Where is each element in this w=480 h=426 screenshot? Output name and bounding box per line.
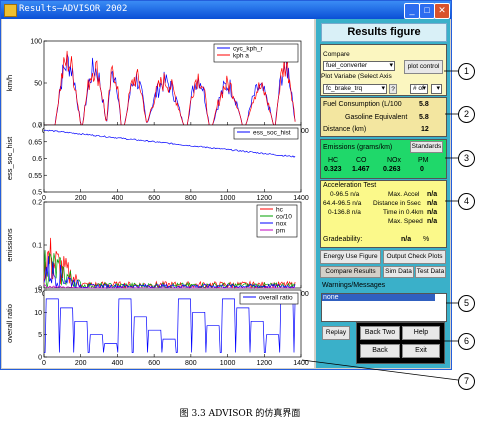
- callout-5: 5: [458, 295, 475, 312]
- callout-4: 4: [458, 193, 475, 210]
- callout-6: 6: [458, 333, 475, 350]
- figure-caption: 图 3.3 ADVISOR 的仿真界面: [179, 409, 301, 419]
- callout-2: 2: [458, 106, 475, 123]
- callout-1: 1: [458, 63, 475, 80]
- callout-3: 3: [458, 150, 475, 167]
- callout-7: 7: [458, 373, 475, 390]
- callout-lines: [301, 70, 459, 381]
